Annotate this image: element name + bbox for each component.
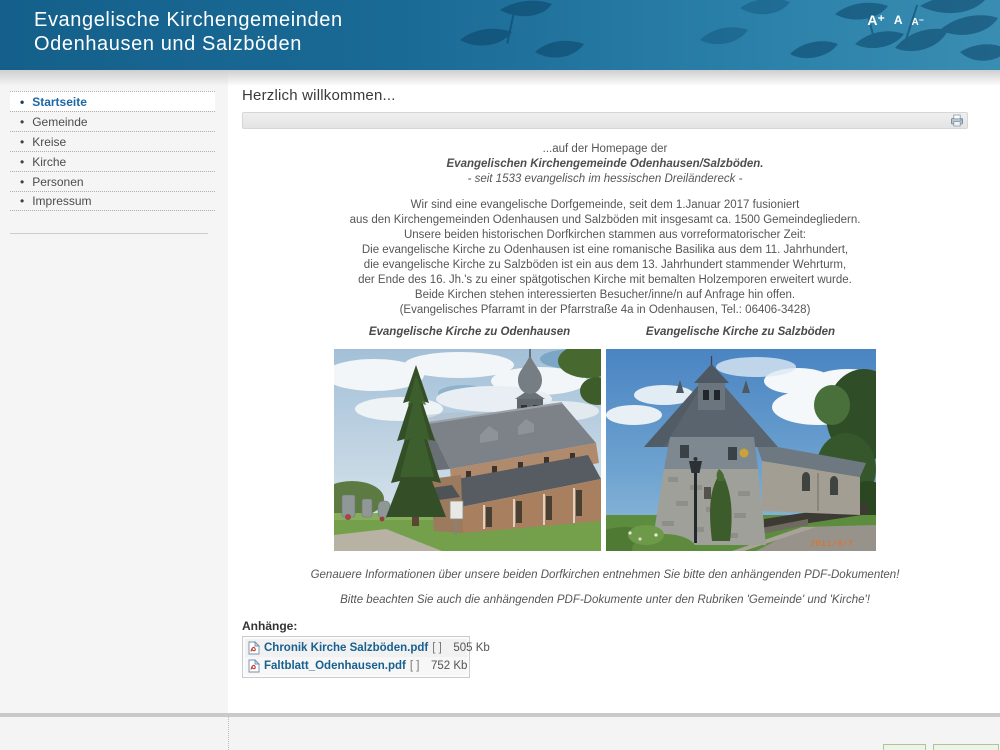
site-footer: [0, 717, 1000, 750]
font-increase-button[interactable]: A⁺: [867, 12, 885, 28]
sidebar-item-label: Impressum: [32, 194, 91, 208]
sidebar-item-personen[interactable]: • Personen: [10, 171, 215, 191]
bullet-icon: •: [20, 135, 24, 149]
attachment-row: Chronik Kirche Salzböden.pdf [ ] 505 Kb: [245, 639, 467, 657]
bullet-icon: •: [20, 95, 24, 109]
leaf-pattern-decoration: [440, 0, 1000, 70]
paragraph-line: aus den Kirchengemeinden Odenhausen und …: [242, 213, 968, 228]
body-paragraph: Wir sind eine evangelische Dorfgemeinde,…: [242, 198, 968, 318]
sidebar-item-label: Kreise: [32, 135, 66, 149]
site-title-line1: Evangelische Kirchengemeinden: [34, 8, 343, 32]
photos: 2011/9/7: [334, 349, 876, 551]
bullet-icon: •: [20, 175, 24, 189]
note-rubrics: Bitte beachten Sie auch die anhängenden …: [242, 593, 968, 608]
paragraph-line: Wir sind eine evangelische Dorfgemeinde,…: [242, 198, 968, 213]
font-decrease-button[interactable]: A⁻: [912, 15, 925, 31]
bullet-icon: •: [20, 115, 24, 129]
site-title: Evangelische Kirchengemeinden Odenhausen…: [34, 8, 343, 56]
photo-church-salzboeden: 2011/9/7: [606, 349, 876, 551]
pdf-icon: [248, 659, 260, 673]
intro-line: Evangelischen Kirchengemeinde Odenhausen…: [242, 157, 968, 172]
sidebar-item-impressum[interactable]: • Impressum: [10, 191, 215, 211]
site-header: Evangelische Kirchengemeinden Odenhausen…: [0, 0, 1000, 70]
attachment-counter: [ ]: [432, 642, 442, 654]
main-navigation: • Startseite • Gemeinde • Kreise • Kirch…: [10, 91, 215, 211]
site-title-line2: Odenhausen und Salzböden: [34, 32, 343, 56]
attachment-size: 752 Kb: [423, 660, 467, 672]
paragraph-line: Beide Kirchen stehen interessierten Besu…: [242, 288, 968, 303]
paragraph-line: Die evangelische Kirche zu Odenhausen is…: [242, 243, 968, 258]
page-toolbar: [242, 112, 968, 129]
note-pdf-documents: Genauere Informationen über unsere beide…: [242, 568, 968, 583]
attachment-link[interactable]: Chronik Kirche Salzböden.pdf: [264, 642, 428, 654]
paragraph-line: der Ende des 16. Jh.'s zu einer spätgoti…: [242, 273, 968, 288]
intro-line: - seit 1533 evangelisch im hessischen Dr…: [242, 172, 968, 187]
sidebar-item-label: Gemeinde: [32, 115, 87, 129]
page-title: Herzlich willkommen...: [242, 88, 968, 104]
print-icon[interactable]: [950, 114, 964, 127]
sidebar-item-label: Personen: [32, 175, 83, 189]
paragraph-line: die evangelische Kirche zu Salzböden ist…: [242, 258, 968, 273]
attachments-heading: Anhänge:: [242, 619, 968, 633]
sidebar-divider: [10, 233, 208, 234]
paragraph-line: (Evangelisches Pfarramt in der Pfarrstra…: [242, 303, 968, 318]
attachments-table: Chronik Kirche Salzböden.pdf [ ] 505 Kb …: [242, 636, 470, 678]
photo-church-odenhausen: [334, 349, 601, 551]
attachment-counter: [ ]: [410, 660, 420, 672]
sidebar-item-kreise[interactable]: • Kreise: [10, 131, 215, 151]
caption-salzboeden: Evangelische Kirche zu Salzböden: [605, 325, 876, 340]
main-content: Herzlich willkommen... ...auf der Homepa…: [228, 70, 1000, 713]
font-default-button[interactable]: A: [894, 12, 903, 28]
photo-date-stamp: 2011/9/7: [810, 539, 853, 549]
attachment-size: 505 Kb: [446, 642, 490, 654]
attachment-link[interactable]: Faltblatt_Odenhausen.pdf: [264, 660, 406, 672]
sidebar: • Startseite • Gemeinde • Kreise • Kirch…: [0, 70, 228, 713]
content-columns: • Startseite • Gemeinde • Kreise • Kirch…: [0, 70, 1000, 713]
paragraph-line: Unsere beiden historischen Dorfkirchen s…: [242, 228, 968, 243]
validation-badge[interactable]: [933, 744, 999, 750]
sidebar-item-label: Kirche: [32, 155, 66, 169]
caption-odenhausen: Evangelische Kirche zu Odenhausen: [334, 325, 605, 340]
sidebar-item-startseite[interactable]: • Startseite: [10, 91, 215, 111]
intro-line: ...auf der Homepage der: [242, 142, 968, 157]
font-size-controls: A⁺ A A⁻: [867, 12, 924, 31]
bullet-icon: •: [20, 194, 24, 208]
footer-column-divider: [228, 717, 229, 750]
pdf-icon: [248, 641, 260, 655]
attachment-row: Faltblatt_Odenhausen.pdf [ ] 752 Kb: [245, 657, 467, 675]
sidebar-item-gemeinde[interactable]: • Gemeinde: [10, 111, 215, 131]
sidebar-item-label: Startseite: [32, 95, 87, 109]
bullet-icon: •: [20, 155, 24, 169]
photo-captions: Evangelische Kirche zu Odenhausen Evange…: [334, 325, 876, 340]
intro-text: ...auf der Homepage der Evangelischen Ki…: [242, 142, 968, 187]
sidebar-item-kirche[interactable]: • Kirche: [10, 151, 215, 171]
validation-badge[interactable]: [883, 744, 926, 750]
